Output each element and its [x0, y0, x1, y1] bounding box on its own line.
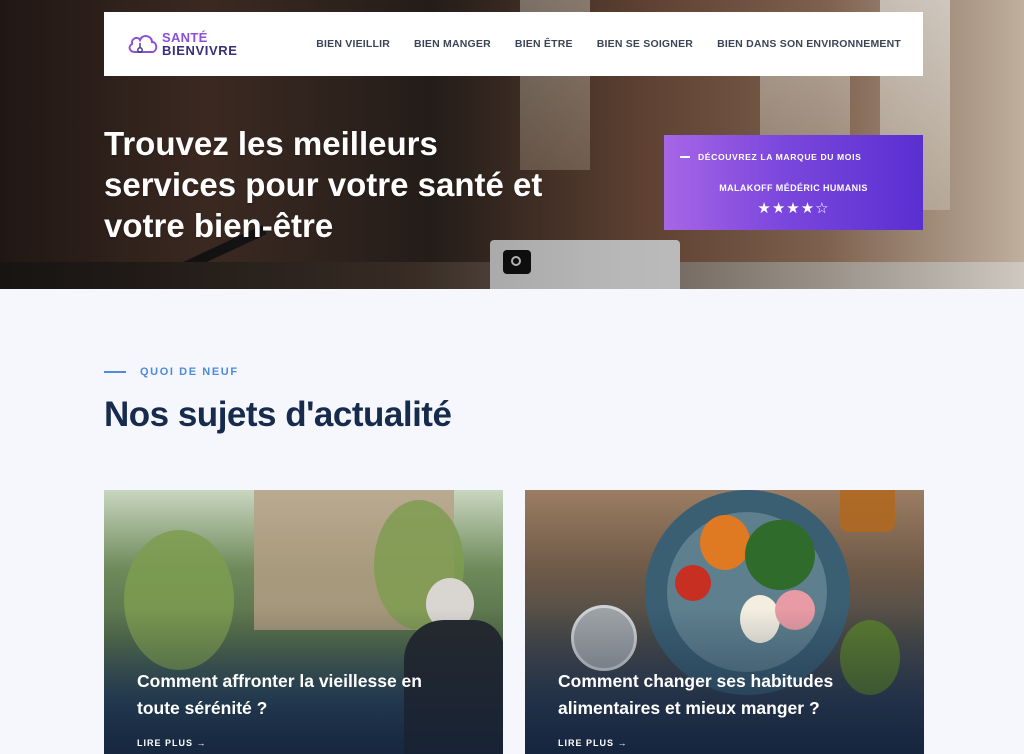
nav-item-bien-vieillir[interactable]: BIEN VIEILLIR: [316, 38, 390, 50]
kicker-dash: [680, 156, 690, 158]
brand-name: MALAKOFF MÉDÉRIC HUMANIS: [719, 183, 868, 193]
article-card-vieillesse[interactable]: Comment affronter la vieillesse en toute…: [104, 490, 503, 754]
read-more-link[interactable]: LIRE PLUS →: [137, 738, 207, 748]
section-title: Nos sujets d'actualité: [104, 395, 452, 434]
kicker-line: [104, 371, 126, 373]
card-title[interactable]: Comment affronter la vieillesse en toute…: [137, 668, 467, 722]
brand-kicker-label: DÉCOUVREZ LA MARQUE DU MOIS: [698, 152, 862, 162]
nav-item-bien-dans-son-environnement[interactable]: BIEN DANS SON ENVIRONNEMENT: [717, 38, 901, 50]
main-menu: BIEN VIEILLIR BIEN MANGER BIEN ÊTRE BIEN…: [316, 38, 901, 50]
logo-line2: BIENVIVRE: [162, 43, 238, 58]
cloud-stethoscope-icon: [128, 35, 158, 53]
brand-of-month-card[interactable]: DÉCOUVREZ LA MARQUE DU MOIS MALAKOFF MÉD…: [664, 135, 923, 230]
section-kicker: QUOI DE NEUF: [104, 366, 239, 378]
read-more-link[interactable]: LIRE PLUS →: [558, 738, 628, 748]
nav-item-bien-se-soigner[interactable]: BIEN SE SOIGNER: [597, 38, 693, 50]
nav-item-bien-manger[interactable]: BIEN MANGER: [414, 38, 491, 50]
star-rating: ★★★★☆: [757, 199, 830, 217]
top-navigation: SANTÉ BIENVIVRE BIEN VIEILLIR BIEN MANGE…: [104, 12, 923, 76]
card-title[interactable]: Comment changer ses habitudes alimentair…: [558, 668, 888, 722]
section-kicker-label: QUOI DE NEUF: [140, 366, 239, 378]
site-logo[interactable]: SANTÉ BIENVIVRE: [126, 30, 266, 58]
nav-item-bien-etre[interactable]: BIEN ÊTRE: [515, 38, 573, 50]
hero-headline: Trouvez les meilleurs services pour votr…: [104, 125, 543, 244]
article-card-alimentation[interactable]: Comment changer ses habitudes alimentair…: [525, 490, 924, 754]
